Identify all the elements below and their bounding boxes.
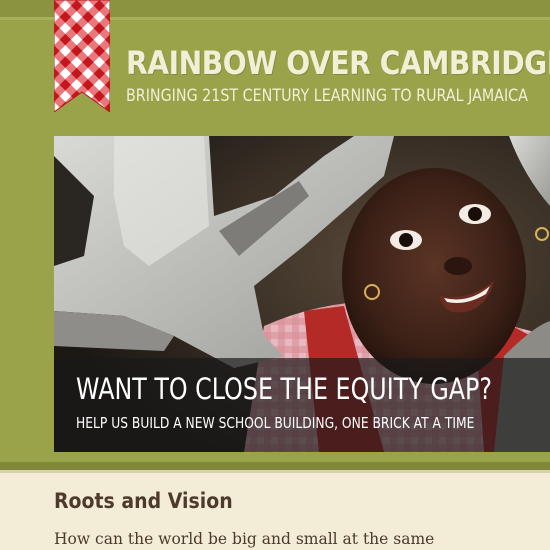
- hero-heading[interactable]: WANT TO CLOSE THE EQUITY GAP?: [76, 372, 492, 406]
- gingham-ribbon-icon[interactable]: [54, 0, 110, 112]
- hero-subheading[interactable]: HELP US BUILD A NEW SCHOOL BUILDING, ONE…: [76, 414, 474, 432]
- site-title[interactable]: RAINBOW OVER CAMBRIDGE: [126, 44, 550, 82]
- intro-paragraph: How can the world be big and small at th…: [54, 530, 435, 548]
- page: RAINBOW OVER CAMBRIDGE BRINGING 21ST CEN…: [0, 0, 550, 550]
- hero-caption: WANT TO CLOSE THE EQUITY GAP? HELP US BU…: [54, 358, 550, 452]
- section-title: Roots and Vision: [54, 489, 233, 513]
- header-bottom-band: [0, 462, 550, 470]
- site-tagline: BRINGING 21ST CENTURY LEARNING TO RURAL …: [126, 86, 528, 106]
- site-header: RAINBOW OVER CAMBRIDGE BRINGING 21ST CEN…: [0, 0, 550, 470]
- header-divider: [0, 470, 550, 473]
- hero-banner[interactable]: WANT TO CLOSE THE EQUITY GAP? HELP US BU…: [54, 136, 550, 452]
